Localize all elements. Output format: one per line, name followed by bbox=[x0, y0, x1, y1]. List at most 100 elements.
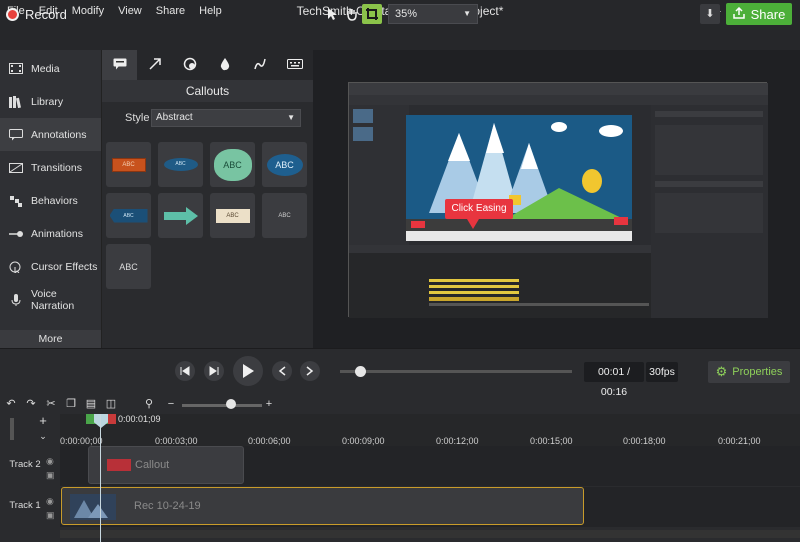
callout-thumb-5[interactable]: ABC bbox=[106, 193, 151, 238]
scrub-bar[interactable] bbox=[340, 370, 572, 373]
callout-thumb-3[interactable]: ABC bbox=[210, 142, 255, 187]
tab-sketch[interactable] bbox=[242, 50, 277, 80]
track-1-label: Track 1 bbox=[9, 500, 41, 511]
play-icon bbox=[243, 364, 254, 378]
annotation-icon bbox=[9, 128, 23, 141]
callout-thumb-text: ABC bbox=[278, 212, 291, 219]
cursor-icon bbox=[9, 261, 23, 273]
tick-label: 0:00:15;00 bbox=[530, 436, 573, 446]
callout-thumb-text: ABC bbox=[111, 157, 146, 172]
record-icon bbox=[6, 7, 19, 21]
cut-icon[interactable]: ✂ bbox=[44, 396, 58, 412]
sidebar-item-label: Media bbox=[31, 62, 60, 75]
eye-icon[interactable]: ◉ bbox=[46, 496, 54, 507]
zoom-dropdown[interactable]: 35% ▼ bbox=[388, 4, 478, 24]
menu-help[interactable]: Help bbox=[192, 0, 229, 22]
callout-thumb-1[interactable]: ABC bbox=[106, 142, 151, 187]
tick-label: 0:00:03;00 bbox=[155, 436, 198, 446]
callout-thumb-4[interactable]: ABC bbox=[262, 142, 307, 187]
sidebar-item-annotations[interactable]: Annotations bbox=[0, 118, 101, 151]
eye-icon[interactable]: ◉ bbox=[46, 456, 54, 467]
arrow-icon bbox=[148, 57, 162, 74]
callout-thumb-7[interactable]: ABC bbox=[210, 193, 255, 238]
chevron-down-icon[interactable]: ⌄ bbox=[36, 429, 50, 443]
zoom-in-icon[interactable]: + bbox=[262, 396, 276, 412]
tick-label: 0:00:06;00 bbox=[248, 436, 291, 446]
properties-label: Properties bbox=[732, 366, 783, 378]
menu-view[interactable]: View bbox=[111, 0, 149, 22]
callout-thumb-text: ABC bbox=[215, 208, 250, 223]
callout-pointer bbox=[467, 219, 479, 229]
tab-arrows[interactable] bbox=[137, 50, 172, 80]
track-drag-handle[interactable] bbox=[10, 418, 14, 440]
sidebar-item-cursor-effects[interactable]: Cursor Effects bbox=[0, 250, 101, 283]
callout-thumb-2[interactable]: ABC bbox=[158, 142, 203, 187]
callout-thumb-text: ABC bbox=[213, 148, 252, 181]
tab-blur[interactable] bbox=[207, 50, 242, 80]
recorded-screen-preview bbox=[349, 83, 768, 318]
tab-callouts[interactable] bbox=[102, 50, 137, 80]
style-dropdown[interactable]: Abstract ▼ bbox=[151, 109, 301, 127]
download-icon[interactable]: ⬇ bbox=[700, 4, 720, 24]
more-button[interactable]: More bbox=[0, 330, 101, 348]
chevron-down-icon: ▼ bbox=[287, 113, 295, 122]
sidebar-item-library[interactable]: Library bbox=[0, 85, 101, 118]
properties-button[interactable]: ⚙ Properties bbox=[708, 361, 790, 383]
click-easing-callout[interactable]: Click Easing bbox=[445, 199, 513, 219]
playhead-time: 0:00:01;09 bbox=[118, 414, 161, 424]
sidebar-item-animations[interactable]: Animations bbox=[0, 217, 101, 250]
zoom-out-icon[interactable]: − bbox=[164, 396, 178, 412]
canvas-preview[interactable]: Click Easing bbox=[348, 82, 768, 318]
next-icon[interactable] bbox=[300, 361, 320, 381]
tick-label: 0:00:18;00 bbox=[623, 436, 666, 446]
redo-icon[interactable]: ↷ bbox=[24, 396, 38, 412]
zoom-icon[interactable]: ⚲ bbox=[142, 396, 156, 412]
callout-thumb-8[interactable]: ABC bbox=[262, 193, 307, 238]
sidebar-item-voice-narration[interactable]: Voice Narration bbox=[0, 283, 101, 316]
annotation-type-tabs bbox=[102, 50, 313, 80]
step-back-icon[interactable] bbox=[175, 361, 195, 381]
record-button[interactable]: Record bbox=[6, 4, 67, 24]
split-icon[interactable]: ◫ bbox=[104, 396, 118, 412]
zoom-value: 35% bbox=[395, 8, 418, 20]
play-button[interactable] bbox=[233, 356, 263, 386]
paste-icon[interactable]: ▤ bbox=[84, 396, 98, 412]
timeline-zoom-handle[interactable] bbox=[226, 399, 236, 409]
callout-thumb-text: ABC bbox=[266, 153, 303, 176]
pan-tool-icon[interactable] bbox=[342, 4, 362, 24]
menu-modify[interactable]: Modify bbox=[65, 0, 111, 22]
timeline-scrollbar[interactable] bbox=[60, 530, 800, 538]
share-button[interactable]: Share bbox=[726, 3, 792, 25]
track-2-label: Track 2 bbox=[9, 459, 41, 470]
undo-icon[interactable]: ↶ bbox=[4, 396, 18, 412]
timeline-zoom-slider[interactable] bbox=[182, 404, 262, 407]
add-track-icon[interactable]: + bbox=[36, 414, 50, 428]
callout-thumb-9[interactable]: ABC bbox=[106, 244, 151, 289]
share-label: Share bbox=[750, 6, 786, 22]
sidebar-item-transitions[interactable]: Transitions bbox=[0, 151, 101, 184]
tab-shapes[interactable] bbox=[172, 50, 207, 80]
sidebar-item-media[interactable]: Media bbox=[0, 52, 101, 85]
step-forward-icon[interactable] bbox=[204, 361, 224, 381]
menu-share[interactable]: Share bbox=[149, 0, 192, 22]
lock-icon[interactable]: ▣ bbox=[46, 470, 55, 481]
behaviors-icon bbox=[9, 195, 23, 207]
lock-icon[interactable]: ▣ bbox=[46, 510, 55, 521]
selection-end-marker[interactable] bbox=[108, 414, 116, 424]
select-tool-icon[interactable] bbox=[322, 4, 342, 24]
sidebar-item-behaviors[interactable]: Behaviors bbox=[0, 184, 101, 217]
scrub-handle[interactable] bbox=[355, 366, 366, 377]
tab-keystroke[interactable] bbox=[277, 50, 312, 80]
copy-icon[interactable]: ❐ bbox=[64, 396, 78, 412]
clip-label: Rec 10-24-19 bbox=[134, 500, 201, 512]
keyboard-icon bbox=[286, 58, 303, 72]
callout-thumb-text: ABC bbox=[119, 261, 138, 272]
callout-clip[interactable]: Callout bbox=[88, 446, 244, 484]
recording-clip[interactable]: Rec 10-24-19 bbox=[61, 487, 584, 525]
animation-icon bbox=[9, 228, 23, 240]
sidebar-item-label: Annotations bbox=[31, 128, 87, 141]
callouts-panel: Callouts Style Abstract ▼ ABC ABC ABC AB… bbox=[101, 50, 313, 348]
crop-tool-icon[interactable] bbox=[362, 4, 382, 24]
previous-icon[interactable] bbox=[272, 361, 292, 381]
callout-thumb-6[interactable] bbox=[158, 193, 203, 238]
